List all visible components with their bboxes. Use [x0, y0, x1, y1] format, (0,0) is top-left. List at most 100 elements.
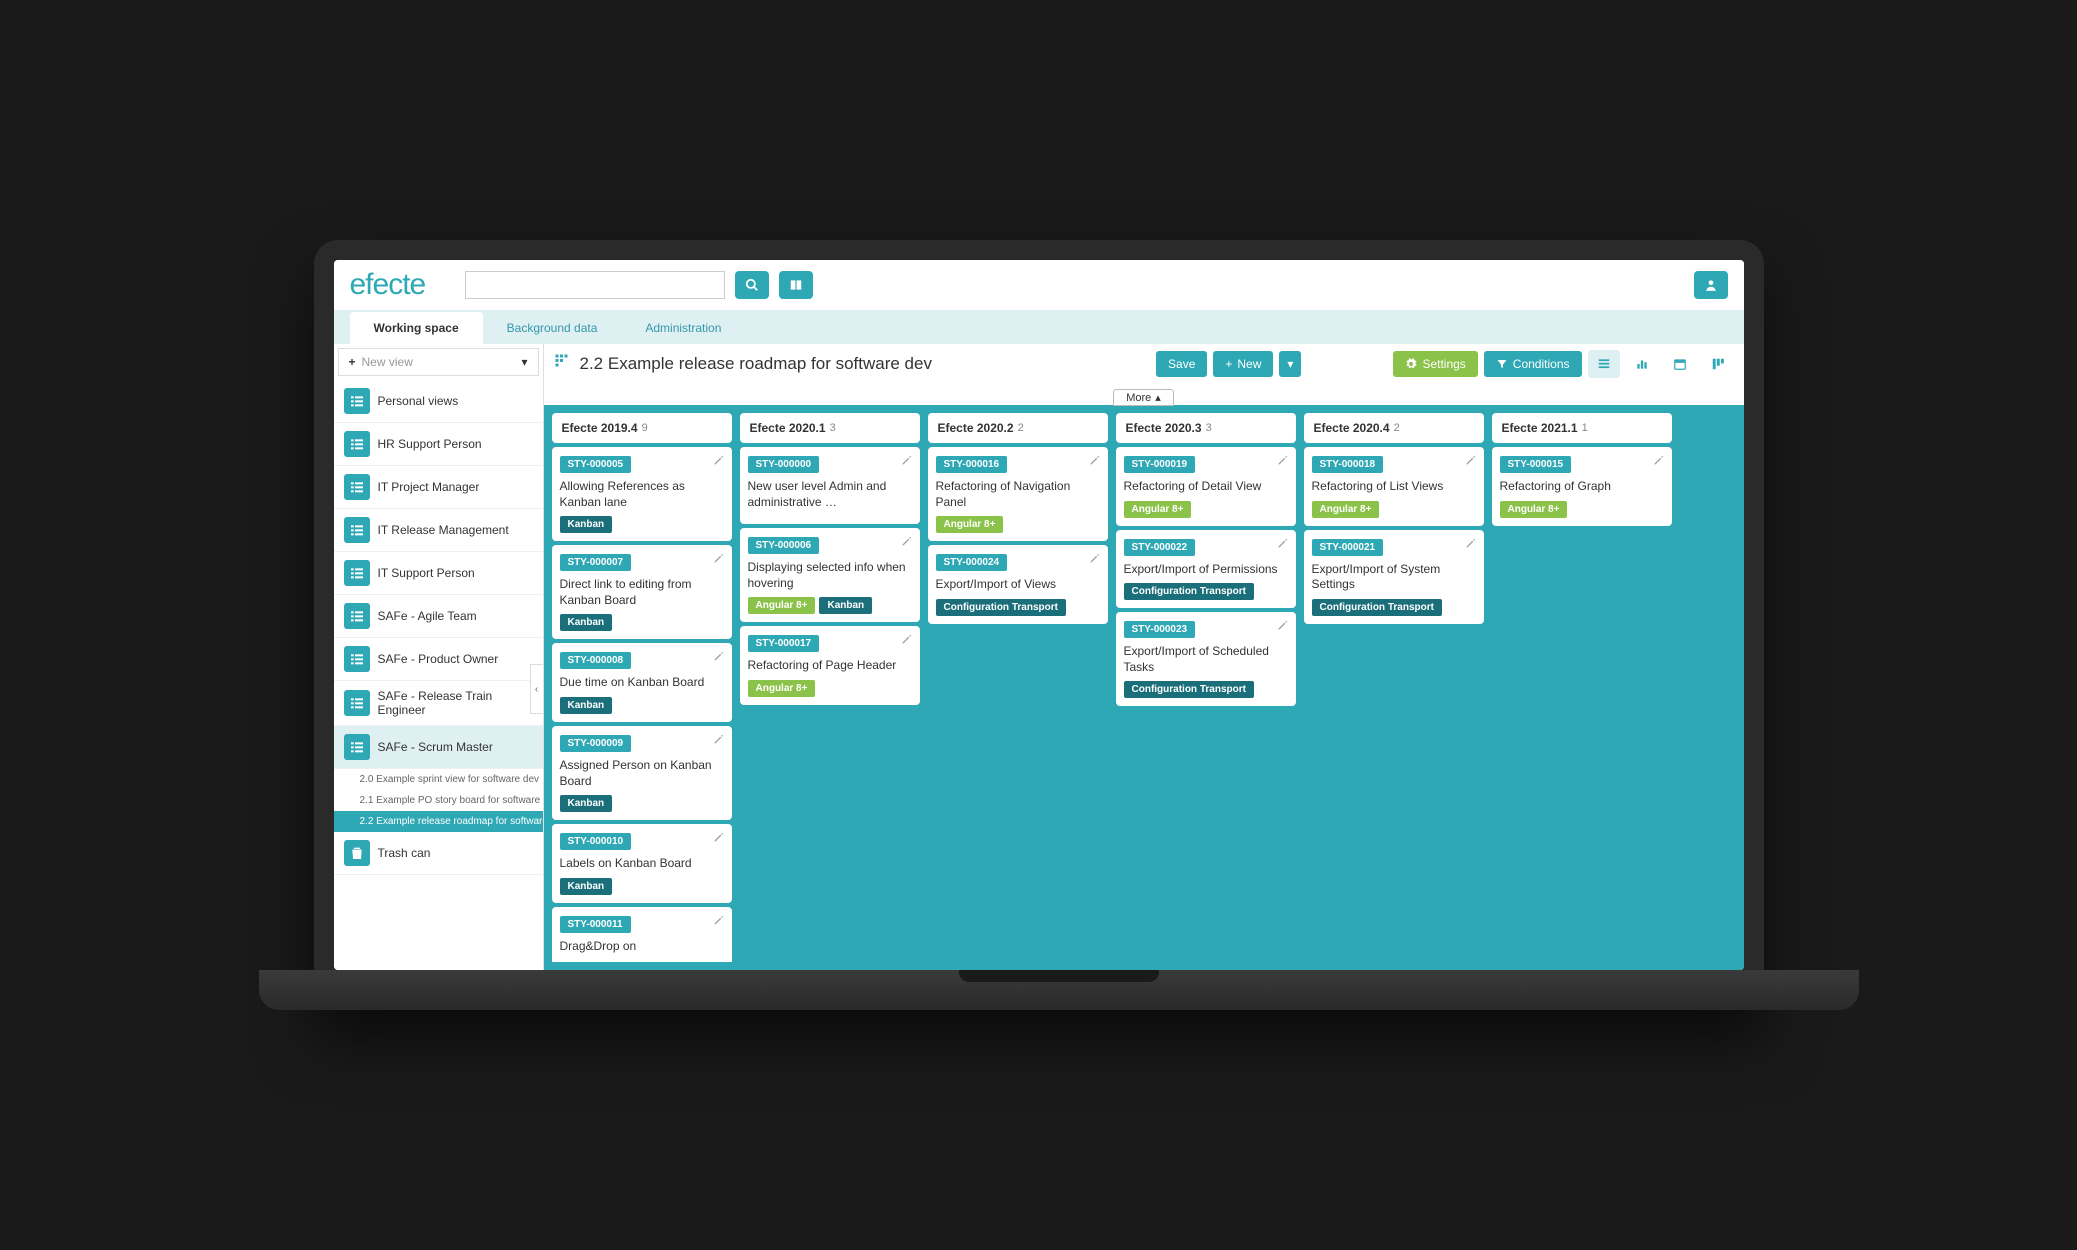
kanban-card[interactable]: STY-000010 Labels on Kanban Board Kanban — [552, 824, 732, 903]
card-edit-button[interactable] — [713, 455, 724, 469]
card-edit-button[interactable] — [901, 536, 912, 550]
settings-label: Settings — [1422, 357, 1465, 371]
column-title: Efecte 2020.2 — [938, 421, 1014, 435]
search-input[interactable] — [465, 271, 725, 299]
column-header[interactable]: Efecte 2021.1 1 — [1492, 413, 1672, 443]
kanban-board: Efecte 2019.4 9 STY-000005 Allowing Refe… — [544, 405, 1744, 970]
column-header[interactable]: Efecte 2020.2 2 — [928, 413, 1108, 443]
sidebar-item[interactable]: SAFe - Product Owner — [334, 638, 543, 681]
sidebar-item[interactable]: SAFe - Scrum Master — [334, 726, 543, 769]
pencil-icon — [1277, 538, 1288, 549]
sidebar-item[interactable]: IT Release Management — [334, 509, 543, 552]
kanban-card[interactable]: STY-000008 Due time on Kanban Board Kanb… — [552, 643, 732, 722]
tab-working-space[interactable]: Working space — [350, 312, 483, 344]
sidebar-item[interactable]: HR Support Person — [334, 423, 543, 466]
card-title: New user level Admin and administrative … — [748, 479, 912, 510]
column-title: Efecte 2020.1 — [750, 421, 826, 435]
user-menu-button[interactable] — [1694, 271, 1728, 299]
kanban-card[interactable]: STY-000000 New user level Admin and admi… — [740, 447, 920, 524]
card-edit-button[interactable] — [901, 634, 912, 648]
kanban-card[interactable]: STY-000021 Export/Import of System Setti… — [1304, 530, 1484, 624]
pencil-icon — [901, 455, 912, 466]
column-title: Efecte 2021.1 — [1502, 421, 1578, 435]
card-edit-button[interactable] — [1089, 455, 1100, 469]
kanban-card[interactable]: STY-000015 Refactoring of Graph Angular … — [1492, 447, 1672, 526]
card-id-badge: STY-000008 — [560, 652, 632, 669]
card-id-badge: STY-000015 — [1500, 456, 1572, 473]
search-button[interactable] — [735, 271, 769, 299]
card-edit-button[interactable] — [713, 553, 724, 567]
bars-icon — [344, 690, 370, 716]
kanban-card[interactable]: STY-000006 Displaying selected info when… — [740, 528, 920, 622]
sidebar-subitem-label: 2.0 Example sprint view for software dev — [360, 774, 540, 785]
new-dropdown-button[interactable]: ▾ — [1279, 351, 1301, 377]
pencil-icon — [901, 634, 912, 645]
kanban-card[interactable]: STY-000011 Drag&Drop on — [552, 907, 732, 962]
tab-background-data[interactable]: Background data — [483, 312, 622, 344]
card-edit-button[interactable] — [1465, 538, 1476, 552]
column-header[interactable]: Efecte 2020.4 2 — [1304, 413, 1484, 443]
user-icon — [1704, 278, 1718, 292]
card-edit-button[interactable] — [1089, 553, 1100, 567]
tab-administration[interactable]: Administration — [621, 312, 745, 344]
settings-button[interactable]: Settings — [1393, 351, 1477, 377]
column-header[interactable]: Efecte 2019.4 9 — [552, 413, 732, 443]
card-edit-button[interactable] — [901, 455, 912, 469]
sidebar-item-trash[interactable]: Trash can — [334, 832, 543, 875]
new-button[interactable]: + New — [1213, 351, 1273, 377]
chart-view-button[interactable] — [1626, 350, 1658, 378]
conditions-button[interactable]: Conditions — [1484, 351, 1582, 377]
card-edit-button[interactable] — [713, 915, 724, 929]
card-title: Export/Import of Views — [936, 577, 1100, 593]
card-edit-button[interactable] — [713, 832, 724, 846]
save-button[interactable]: Save — [1156, 351, 1207, 377]
card-edit-button[interactable] — [1653, 455, 1664, 469]
column-header[interactable]: Efecte 2020.3 3 — [1116, 413, 1296, 443]
kanban-card[interactable]: STY-000005 Allowing References as Kanban… — [552, 447, 732, 541]
calendar-view-button[interactable] — [1664, 350, 1696, 378]
more-toggle[interactable]: More ▴ — [1113, 389, 1174, 406]
kanban-card[interactable]: STY-000017 Refactoring of Page Header An… — [740, 626, 920, 705]
kanban-card[interactable]: STY-000009 Assigned Person on Kanban Boa… — [552, 726, 732, 820]
new-view-dropdown[interactable]: + New view ▾ — [338, 348, 539, 376]
kanban-card[interactable]: STY-000007 Direct link to editing from K… — [552, 545, 732, 639]
list-view-button[interactable] — [1588, 350, 1620, 378]
card-edit-button[interactable] — [1277, 538, 1288, 552]
card-tag: Kanban — [819, 597, 872, 614]
sidebar-subitem[interactable]: 2.2 Example release roadmap for software — [334, 811, 543, 832]
card-edit-button[interactable] — [1277, 620, 1288, 634]
sidebar-item[interactable]: IT Support Person — [334, 552, 543, 595]
sidebar-item[interactable]: Personal views — [334, 380, 543, 423]
pencil-icon — [1277, 455, 1288, 466]
book-icon — [789, 278, 803, 292]
kanban-card[interactable]: STY-000018 Refactoring of List Views Ang… — [1304, 447, 1484, 526]
sidebar-subitem[interactable]: 2.0 Example sprint view for software dev — [334, 769, 543, 790]
sidebar-item[interactable]: SAFe - Release Train Engineer — [334, 681, 543, 726]
kanban-card[interactable]: STY-000019 Refactoring of Detail View An… — [1116, 447, 1296, 526]
sidebar-subitem-label: 2.2 Example release roadmap for software — [360, 816, 543, 827]
sidebar-collapse-handle[interactable]: ‹ — [530, 664, 544, 714]
kanban-card[interactable]: STY-000016 Refactoring of Navigation Pan… — [928, 447, 1108, 541]
sidebar-item[interactable]: SAFe - Agile Team — [334, 595, 543, 638]
card-edit-button[interactable] — [1465, 455, 1476, 469]
column-header[interactable]: Efecte 2020.1 3 — [740, 413, 920, 443]
card-id-badge: STY-000005 — [560, 456, 632, 473]
card-edit-button[interactable] — [1277, 455, 1288, 469]
card-tags: Kanban — [560, 878, 724, 895]
sidebar-item[interactable]: IT Project Manager — [334, 466, 543, 509]
pencil-icon — [1277, 620, 1288, 631]
kanban-card[interactable]: STY-000022 Export/Import of Permissions … — [1116, 530, 1296, 609]
kanban-column: Efecte 2019.4 9 STY-000005 Allowing Refe… — [552, 413, 732, 962]
card-tag: Configuration Transport — [1124, 583, 1254, 600]
sidebar-subitem[interactable]: 2.1 Example PO story board for software … — [334, 790, 543, 811]
card-id-badge: STY-000022 — [1124, 539, 1196, 556]
card-edit-button[interactable] — [713, 734, 724, 748]
book-button[interactable] — [779, 271, 813, 299]
kanban-card[interactable]: STY-000024 Export/Import of Views Config… — [928, 545, 1108, 624]
kanban-card[interactable]: STY-000023 Export/Import of Scheduled Ta… — [1116, 612, 1296, 706]
kanban-view-button[interactable] — [1702, 350, 1734, 378]
card-edit-button[interactable] — [713, 651, 724, 665]
pencil-icon — [713, 455, 724, 466]
filter-icon — [1496, 358, 1508, 370]
plus-icon: + — [349, 355, 356, 369]
